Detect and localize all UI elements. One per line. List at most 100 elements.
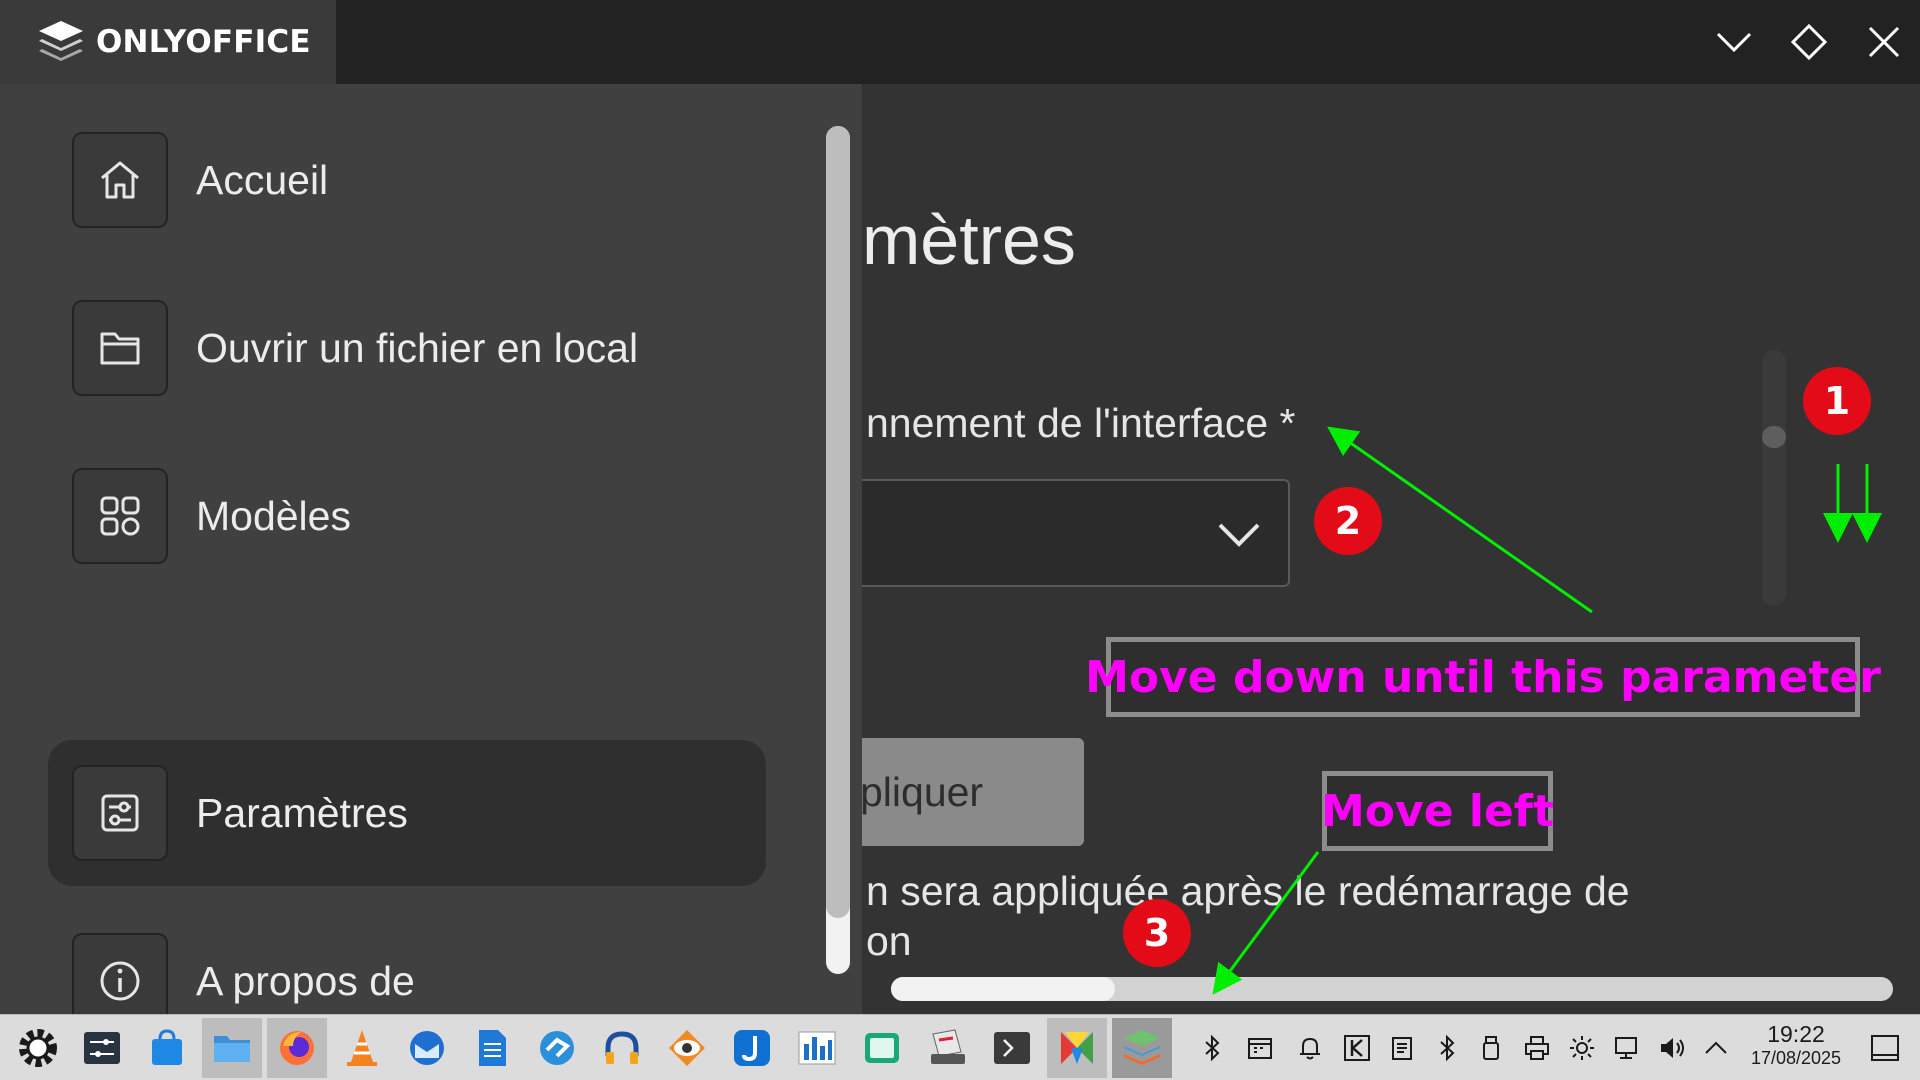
- taskbar-app-system-monitor[interactable]: [787, 1018, 847, 1078]
- tray-kleopatra[interactable]: [1341, 1032, 1373, 1064]
- printer-icon: [1525, 1036, 1549, 1060]
- show-desktop-icon[interactable]: [1868, 1032, 1902, 1064]
- annotation-badge-3: 3: [1123, 899, 1191, 967]
- sidebar-item-settings[interactable]: Paramètres: [72, 765, 408, 861]
- clock-time: 19:22: [1767, 1021, 1825, 1047]
- taskbar-app-onlyoffice[interactable]: [1112, 1018, 1172, 1078]
- maximize-button[interactable]: [1777, 10, 1841, 74]
- usb-drive-icon: [1483, 1036, 1499, 1060]
- close-icon: [1868, 26, 1900, 58]
- taskbar-app-joplin[interactable]: [722, 1018, 782, 1078]
- taskbar-app-file-manager[interactable]: [202, 1018, 262, 1078]
- restart-note-line: n sera appliquée après le redémarrage de: [866, 868, 1630, 914]
- sidebar: Accueil Ouvrir un fichier en local Modèl…: [0, 84, 862, 1029]
- connect-icon: [540, 1031, 574, 1065]
- network-icon: [1615, 1037, 1637, 1059]
- taskbar-app-vlc[interactable]: [332, 1018, 392, 1078]
- taskbar-app-kolourpaint[interactable]: [1047, 1018, 1107, 1078]
- joplin-icon: [734, 1030, 770, 1066]
- sliders-icon: [84, 1032, 120, 1064]
- taskbar-app-kdeconnect[interactable]: [527, 1018, 587, 1078]
- tray-volume[interactable]: [1656, 1032, 1688, 1064]
- tray-usb-device[interactable]: [1475, 1032, 1507, 1064]
- traffic-cone-icon: [347, 1030, 377, 1066]
- bluetooth-icon: [1205, 1034, 1220, 1062]
- nav-icon-frame: [72, 468, 168, 564]
- sidebar-item-label: Ouvrir un fichier en local: [196, 324, 639, 371]
- monitor-icon: [865, 1033, 899, 1063]
- headphones-icon: [605, 1031, 639, 1064]
- sidebar-scrollbar[interactable]: [826, 126, 850, 974]
- content-horizontal-scroll-thumb[interactable]: [891, 977, 1115, 1001]
- tray-bluetooth[interactable]: [1196, 1032, 1228, 1064]
- page-title: mètres: [862, 201, 1076, 279]
- palette-icon: [1061, 1032, 1093, 1064]
- tray-clipboard[interactable]: [1386, 1032, 1418, 1064]
- taskbar-app-store[interactable]: [137, 1018, 197, 1078]
- annotation-callout-move-down: Move down until this parameter: [1085, 637, 1881, 717]
- tray-expand[interactable]: [1700, 1032, 1732, 1064]
- tray-notifications[interactable]: [1294, 1032, 1326, 1064]
- restart-note: n sera appliquée après le redémarrage de…: [866, 866, 1766, 966]
- sidebar-item-label: Accueil: [196, 156, 329, 203]
- tray-printer[interactable]: [1521, 1032, 1553, 1064]
- taskbar-app-image-viewer[interactable]: [657, 1018, 717, 1078]
- bar-chart-icon: [798, 1031, 836, 1065]
- taskbar-app-writer[interactable]: [462, 1018, 522, 1078]
- firefox-icon: [280, 1031, 314, 1065]
- tray-brightness[interactable]: [1566, 1032, 1598, 1064]
- restart-note-line: on: [866, 918, 912, 964]
- bell-icon: [1300, 1037, 1320, 1060]
- home-icon: [101, 161, 139, 199]
- k-letter-icon: [1344, 1035, 1370, 1061]
- taskbar-app-thunderbird[interactable]: [397, 1018, 457, 1078]
- tray-calendar[interactable]: [1244, 1032, 1276, 1064]
- scanner-icon: [931, 1029, 965, 1064]
- terminal-icon: [994, 1032, 1030, 1064]
- onlyoffice-logo-icon: [39, 21, 83, 61]
- taskbar-app-audio-editor[interactable]: [592, 1018, 652, 1078]
- interface-setting-select[interactable]: [862, 479, 1290, 587]
- taskbar-app-terminal[interactable]: [982, 1018, 1042, 1078]
- sidebar-item-label: Modèles: [196, 492, 351, 539]
- tray-bluetooth-2[interactable]: [1431, 1032, 1463, 1064]
- document-icon: [479, 1030, 506, 1066]
- title-bar: ONLYOFFICE: [0, 0, 1920, 84]
- annotation-badge-1: 1: [1803, 367, 1871, 435]
- taskbar-app-settings[interactable]: [72, 1018, 132, 1078]
- sidebar-item-templates[interactable]: Modèles: [72, 468, 351, 564]
- folder-icon: [214, 1036, 250, 1062]
- nav-icon-frame: [72, 132, 168, 228]
- clipboard-icon: [1392, 1037, 1412, 1060]
- taskbar-app-scanner[interactable]: [917, 1018, 977, 1078]
- apply-button[interactable]: pliquer: [862, 738, 1084, 846]
- taskbar-app-screen[interactable]: [852, 1018, 912, 1078]
- app-brand: ONLYOFFICE: [0, 0, 336, 84]
- bluetooth-icon: [1440, 1034, 1455, 1062]
- minimize-button[interactable]: [1702, 10, 1766, 74]
- settings-icon: [101, 794, 139, 832]
- taskbar: 19:22 17/08/2025: [0, 1014, 1920, 1080]
- interface-setting-label: nnement de l'interface *: [866, 400, 1296, 446]
- calendar-icon: [1248, 1038, 1272, 1059]
- taskbar-app-firefox[interactable]: [267, 1018, 327, 1078]
- sun-icon: [1570, 1036, 1594, 1060]
- eye-icon: [669, 1030, 705, 1066]
- grid-icon: [100, 496, 140, 536]
- sidebar-scroll-thumb[interactable]: [826, 126, 850, 918]
- taskbar-clock[interactable]: 19:22 17/08/2025: [1740, 1021, 1852, 1069]
- chevron-down-icon: [1218, 523, 1260, 547]
- sidebar-item-label: A propos de: [196, 957, 415, 1004]
- content-vertical-scroll-thumb[interactable]: [1762, 426, 1786, 448]
- taskbar-start-menu[interactable]: [8, 1018, 68, 1078]
- chevron-up-icon: [1705, 1041, 1727, 1054]
- close-button[interactable]: [1852, 10, 1916, 74]
- sidebar-item-open-local[interactable]: Ouvrir un fichier en local: [72, 300, 638, 396]
- content-horizontal-scrollbar[interactable]: [891, 977, 1893, 1001]
- nav-icon-frame: [72, 300, 168, 396]
- info-icon: [100, 961, 140, 1001]
- content-vertical-scrollbar[interactable]: [1762, 350, 1786, 606]
- tray-network[interactable]: [1611, 1032, 1643, 1064]
- sidebar-item-home[interactable]: Accueil: [72, 132, 328, 228]
- annotation-callout-move-left: Move left: [1321, 771, 1554, 851]
